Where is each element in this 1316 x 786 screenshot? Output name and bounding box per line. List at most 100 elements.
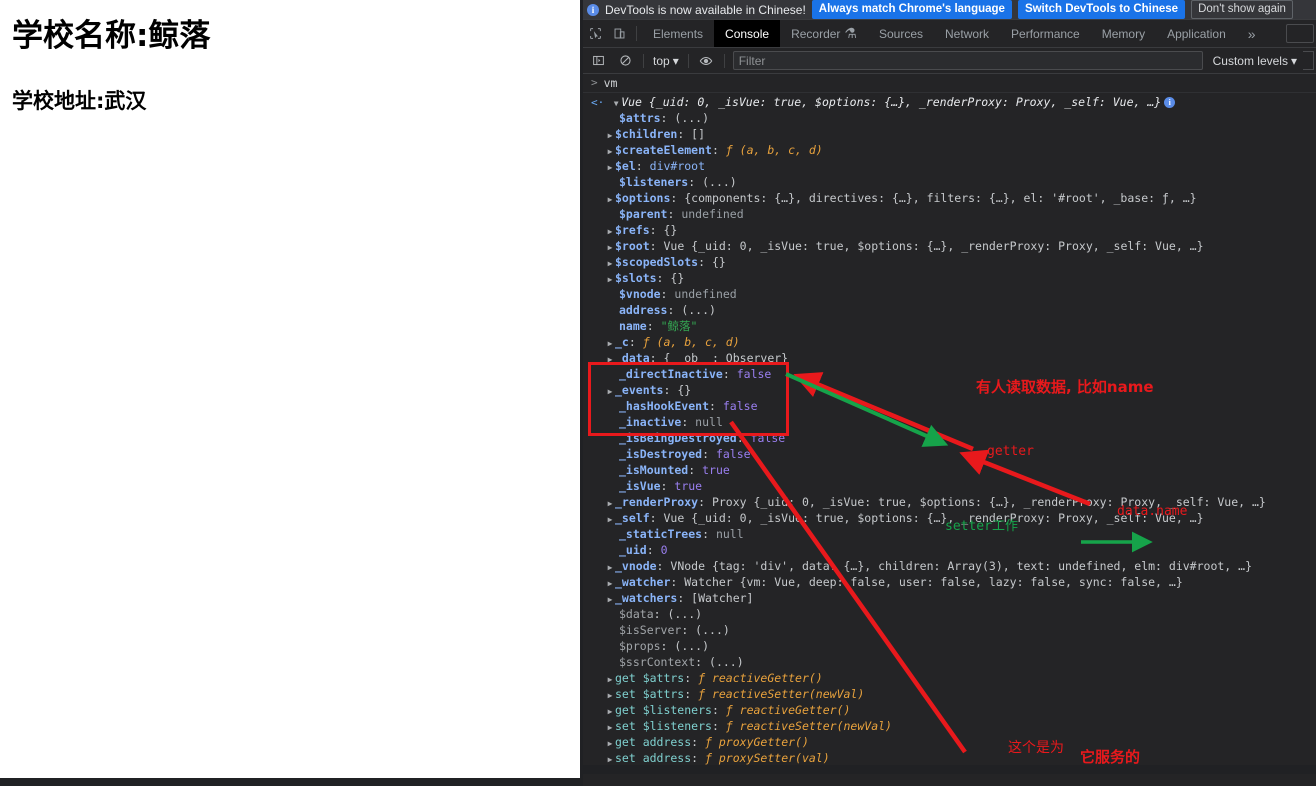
console-property-row[interactable]: _isVue: true bbox=[583, 478, 1316, 494]
property-separator: : bbox=[660, 111, 675, 125]
console-property-row[interactable]: $attrs: (...) bbox=[583, 110, 1316, 126]
devtools-language-infobar: i DevTools is now available in Chinese! … bbox=[583, 0, 1316, 20]
chevron-down-icon: ▾ bbox=[672, 53, 679, 68]
console-property-row[interactable]: $data: (...) bbox=[583, 606, 1316, 622]
property-key: _isDestroyed bbox=[619, 447, 703, 461]
property-key: _vnode bbox=[615, 559, 657, 573]
property-value: {components: {…}, directives: {…}, filte… bbox=[684, 191, 1197, 205]
clear-console-icon[interactable] bbox=[612, 48, 639, 73]
inspect-element-icon[interactable] bbox=[583, 20, 607, 47]
note-read-data: 有人读取数据, 比如name bbox=[976, 378, 1154, 396]
console-property-row[interactable]: ▶ _vnode: VNode {tag: 'div', data: {…}, c… bbox=[583, 558, 1316, 574]
property-key: _uid bbox=[619, 543, 647, 557]
console-property-row[interactable]: ▶ set address: ƒ proxySetter(val) bbox=[583, 750, 1316, 766]
property-separator: : bbox=[660, 639, 675, 653]
console-filter-input[interactable]: Filter bbox=[732, 51, 1203, 70]
console-property-row[interactable]: _inactive: null bbox=[583, 414, 1316, 430]
tab-performance[interactable]: Performance bbox=[1000, 20, 1091, 47]
property-separator: : bbox=[653, 607, 668, 621]
console-result-block: <· ▼ Vue {_uid: 0, _isVue: true, $options… bbox=[583, 93, 1316, 774]
info-badge-icon[interactable]: i bbox=[1164, 97, 1176, 108]
console-log-area[interactable]: > vm <· ▼ Vue {_uid: 0, _isVue: true, $op… bbox=[583, 74, 1316, 774]
property-key: address bbox=[619, 303, 668, 317]
console-property-row[interactable]: $props: (...) bbox=[583, 638, 1316, 654]
console-property-row[interactable]: ▶ $children: [] bbox=[583, 126, 1316, 142]
console-property-row[interactable]: $vnode: undefined bbox=[583, 286, 1316, 302]
devtools-settings-area[interactable] bbox=[1286, 24, 1314, 43]
console-property-row[interactable]: _hasHookEvent: false bbox=[583, 398, 1316, 414]
property-value: ƒ (a, b, c, d) bbox=[725, 143, 823, 157]
tab-performance-label: Performance bbox=[1011, 26, 1080, 41]
console-property-row[interactable]: ▶ _events: {} bbox=[583, 382, 1316, 398]
console-property-row[interactable]: ▶ _c: ƒ (a, b, c, d) bbox=[583, 334, 1316, 350]
console-property-row[interactable]: ▶ $el: div#root bbox=[583, 158, 1316, 174]
property-key: $listeners bbox=[619, 175, 689, 189]
web-page-viewport[interactable]: 学校名称:鲸落 学校地址:武汉 bbox=[0, 0, 580, 786]
console-property-row[interactable]: ▶ $createElement: ƒ (a, b, c, d) bbox=[583, 142, 1316, 158]
property-key: _renderProxy bbox=[615, 495, 699, 509]
console-property-row[interactable]: $ssrContext: (...) bbox=[583, 654, 1316, 670]
console-property-row[interactable]: ▶ _watchers: [Watcher] bbox=[583, 590, 1316, 606]
property-value: undefined bbox=[681, 207, 744, 221]
dont-show-again-button[interactable]: Don't show again bbox=[1191, 0, 1293, 19]
console-property-row[interactable]: address: (...) bbox=[583, 302, 1316, 318]
console-property-row[interactable]: _directInactive: false bbox=[583, 366, 1316, 382]
property-value: null bbox=[695, 415, 723, 429]
console-property-row[interactable]: ▶ $root: Vue {_uid: 0, _isVue: true, $opt… bbox=[583, 238, 1316, 254]
tab-sources[interactable]: Sources bbox=[868, 20, 934, 47]
console-property-row[interactable]: ▶ $options: {components: {…}, directives:… bbox=[583, 190, 1316, 206]
tab-elements-label: Elements bbox=[653, 26, 704, 41]
console-property-row[interactable]: ▶ get address: ƒ proxyGetter() bbox=[583, 734, 1316, 750]
console-property-row[interactable]: ▶ $slots: {} bbox=[583, 270, 1316, 286]
console-input-expression[interactable]: vm bbox=[604, 75, 618, 91]
console-horizontal-scrollbar[interactable] bbox=[583, 765, 1316, 774]
console-property-row[interactable]: ▶ get $listeners: ƒ reactiveGetter() bbox=[583, 702, 1316, 718]
property-key: $scopedSlots bbox=[615, 255, 699, 269]
property-key: _events bbox=[615, 383, 664, 397]
switch-to-chinese-button[interactable]: Switch DevTools to Chinese bbox=[1017, 0, 1186, 19]
tab-network[interactable]: Network bbox=[934, 20, 1000, 47]
tab-application[interactable]: Application bbox=[1156, 20, 1237, 47]
console-property-row[interactable]: ▶ $refs: {} bbox=[583, 222, 1316, 238]
console-property-row[interactable]: ▶ set $listeners: ƒ reactiveSetter(newVal… bbox=[583, 718, 1316, 734]
console-sidebar-icon[interactable] bbox=[585, 48, 612, 73]
execution-context-selector[interactable]: top ▾ bbox=[648, 54, 684, 68]
always-match-language-button[interactable]: Always match Chrome's language bbox=[811, 0, 1012, 19]
console-property-row[interactable]: ▶ _renderProxy: Proxy {_uid: 0, _isVue: t… bbox=[583, 494, 1316, 510]
result-arrow-icon: <· bbox=[591, 96, 605, 109]
log-levels-selector[interactable]: Custom levels ▾ bbox=[1207, 54, 1303, 68]
tab-console-label: Console bbox=[725, 26, 770, 41]
property-separator: : bbox=[681, 415, 696, 429]
tab-elements[interactable]: Elements bbox=[642, 20, 714, 47]
tab-memory[interactable]: Memory bbox=[1091, 20, 1156, 47]
tab-recorder[interactable]: Recorder ⚗ bbox=[780, 20, 868, 47]
property-key: set $attrs bbox=[615, 687, 685, 701]
console-property-row[interactable]: _uid: 0 bbox=[583, 542, 1316, 558]
property-separator: : bbox=[698, 255, 712, 269]
tab-console[interactable]: Console bbox=[714, 20, 781, 47]
console-property-row[interactable]: $isServer: (...) bbox=[583, 622, 1316, 638]
console-property-row[interactable]: _isMounted: true bbox=[583, 462, 1316, 478]
property-value: ƒ proxySetter(val) bbox=[705, 751, 830, 765]
console-property-row[interactable]: name: "鲸落" bbox=[583, 318, 1316, 334]
property-key: get address bbox=[615, 735, 692, 749]
console-property-row[interactable]: $parent: undefined bbox=[583, 206, 1316, 222]
device-toolbar-icon[interactable] bbox=[607, 20, 631, 47]
console-property-row[interactable]: $listeners: (...) bbox=[583, 174, 1316, 190]
live-expression-eye-icon[interactable] bbox=[693, 48, 720, 73]
console-prompt-row[interactable]: > vm bbox=[583, 74, 1316, 93]
console-property-row[interactable]: ▶ _data: {__ob__: Observer} bbox=[583, 350, 1316, 366]
console-property-row[interactable]: ▶ get $attrs: ƒ reactiveGetter() bbox=[583, 670, 1316, 686]
property-key: set $listeners bbox=[615, 719, 712, 733]
console-property-row[interactable]: ▶ set $attrs: ƒ reactiveSetter(newVal) bbox=[583, 686, 1316, 702]
console-property-row[interactable]: _isDestroyed: false bbox=[583, 446, 1316, 462]
console-property-row[interactable]: ▶ _watcher: Watcher {vm: Vue, deep: false… bbox=[583, 574, 1316, 590]
console-property-row[interactable]: _isBeingDestroyed: false bbox=[583, 430, 1316, 446]
console-property-rows: $attrs: (...) ▶ $children: [] ▶ $createEleme… bbox=[583, 110, 1316, 774]
property-value: (...) bbox=[667, 607, 703, 621]
console-property-row[interactable]: ▶ $scopedSlots: {} bbox=[583, 254, 1316, 270]
property-separator: : bbox=[656, 271, 671, 285]
toolbar-overflow-area[interactable] bbox=[1303, 51, 1314, 70]
tab-overflow-more[interactable]: » bbox=[1237, 20, 1267, 47]
console-result-header[interactable]: <· ▼ Vue {_uid: 0, _isVue: true, $options… bbox=[583, 94, 1316, 110]
